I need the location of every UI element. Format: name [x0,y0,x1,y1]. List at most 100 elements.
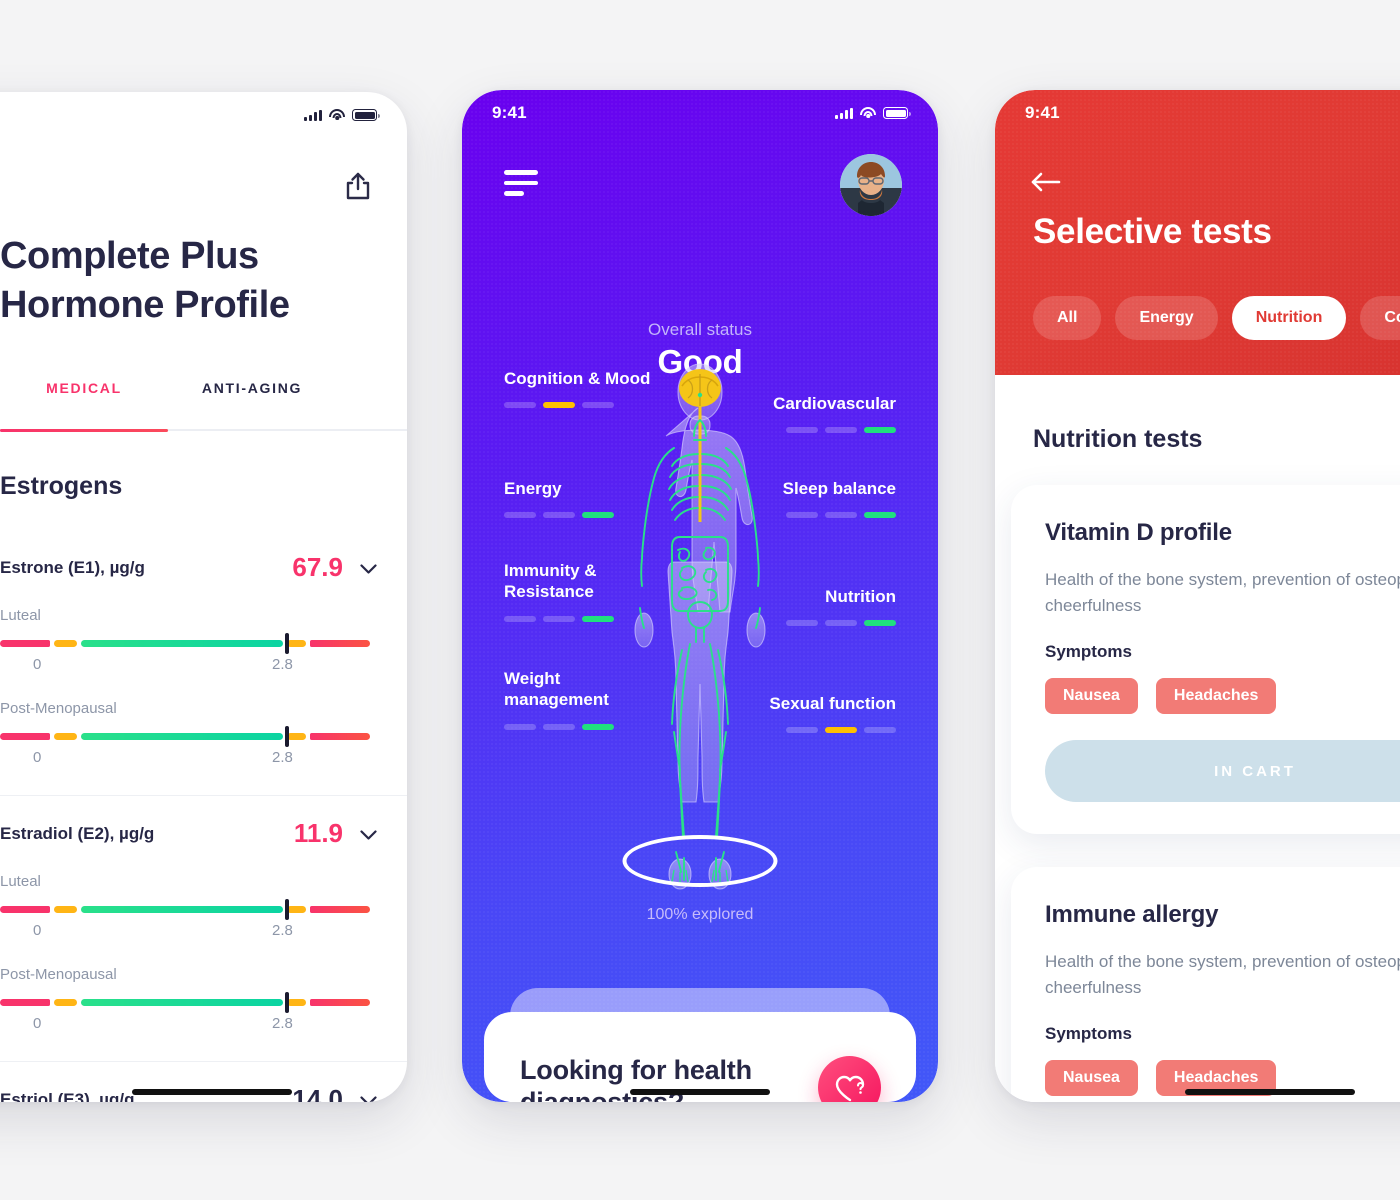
metric-label: Cognition & Mood [504,369,651,388]
metric-sleep-balance[interactable]: Sleep balance [736,478,896,519]
filter-chips: All Energy Nutrition Cognition [1033,296,1400,340]
body-base-ring [622,835,778,887]
status-bar: 9:41 [0,92,407,138]
metric-label: Weight management [504,669,609,710]
range-scale [0,992,370,1013]
metric-sexual-function[interactable]: Sexual function [736,693,896,734]
metric-level-bars [504,512,664,519]
metric-level-bars [504,402,664,409]
wifi-icon [329,109,345,121]
table-row[interactable]: Estrone (E1), µg/g 67.9 Luteal 0 2.8 Pos… [0,530,407,796]
battery-icon [883,107,911,119]
explored-label: 100% explored [646,906,754,923]
metric-energy[interactable]: Energy [504,478,664,519]
section-title-nutrition-tests: Nutrition tests [1033,425,1203,453]
metric-label: Sexual function [769,694,896,713]
tab-underline [0,429,407,432]
metric-cardiovascular[interactable]: Cardiovascular [736,393,896,434]
page-title: Selective tests [1033,212,1272,251]
table-row[interactable]: Estradiol (E2), µg/g 11.9 Luteal 0 2.8 P… [0,796,407,1062]
status-bar: 9:41 [995,90,1400,136]
test-description: Health of the bone system, prevention of… [1045,952,1400,997]
range-scale [0,633,370,654]
phone-middle-dashboard: 9:41 Overall status Good 100% explored C… [462,90,938,1102]
metric-immunity-resistance[interactable]: Immunity & Resistance [504,560,664,622]
section-title-estrogens: Estrogens [0,472,123,500]
range-ticks: 0 2.8 [0,922,370,942]
test-card-immune-allergy: Immune allergy £40 Health of the bone sy… [1011,867,1400,1102]
symptoms-label: Symptoms [1045,642,1132,661]
tab-bar: MEDICAL ANTI-AGING [0,380,407,411]
metric-level-bars [736,512,896,519]
chip-all[interactable]: All [1033,296,1102,340]
hamburger-menu-icon[interactable] [504,170,544,202]
symptoms-label: Symptoms [1045,1024,1132,1043]
in-cart-button[interactable]: IN CART [1045,740,1400,802]
metric-weight-management[interactable]: Weight management [504,668,664,730]
share-icon[interactable] [343,170,373,202]
range-min: 0 [33,656,42,673]
test-name: Vitamin D profile [1045,519,1232,546]
screenshot-stage: 9:41 Complete Plus Hormone Profile MEDIC… [0,0,1400,1200]
battery-icon [352,109,380,121]
symptom-tag[interactable]: Nausea [1045,1060,1138,1096]
metric-level-bars [504,723,664,730]
symptom-tags: Nausea Headaches [1045,678,1400,714]
home-indicator [630,1089,770,1095]
metric-level-bars [736,620,896,627]
metric-cognition-mood[interactable]: Cognition & Mood [504,368,664,409]
range-ticks: 0 2.8 [0,749,370,769]
analyte-value: 14.0 [292,1084,343,1102]
chip-cognition[interactable]: Cognition [1360,296,1400,340]
arrow-left-icon[interactable] [1031,172,1061,192]
metric-level-bars [504,615,664,622]
range-scale [0,726,370,747]
metric-level-bars [736,727,896,734]
tab-medical[interactable]: MEDICAL [0,380,168,411]
range-label: Post-Menopausal [0,700,117,717]
tests-body: Nutrition tests GET ALL Vitamin D profil… [995,375,1400,1102]
test-name: Immune allergy [1045,901,1219,928]
chip-nutrition[interactable]: Nutrition [1231,296,1347,340]
heart-question-icon[interactable] [818,1056,881,1102]
tab-anti-aging[interactable]: ANTI-AGING [168,380,336,411]
metric-label: Energy [504,479,562,498]
range-ticks: 0 2.8 [0,656,370,676]
range-min: 0 [33,1015,42,1032]
results-list: Estrone (E1), µg/g 67.9 Luteal 0 2.8 Pos… [0,530,407,1102]
phone-left-test-results: 9:41 Complete Plus Hormone Profile MEDIC… [0,92,407,1102]
range-label: Post-Menopausal [0,966,117,983]
analyte-value: 67.9 [292,552,343,582]
symptom-tag[interactable]: Nausea [1045,678,1138,714]
range-max: 2.8 [272,1015,293,1032]
metric-label: Immunity & Resistance [504,561,597,602]
home-indicator [1185,1089,1355,1095]
metric-label: Cardiovascular [773,394,896,413]
avatar[interactable] [840,154,902,216]
metric-nutrition[interactable]: Nutrition [736,586,896,627]
status-time: 9:41 [1025,103,1060,122]
overall-status-label: Overall status [648,320,752,339]
analyte-name: Estriol (E3), µg/g [0,1089,135,1103]
analyte-name: Estradiol (E2), µg/g [0,823,155,843]
status-time: 9:41 [492,103,527,122]
chip-energy[interactable]: Energy [1115,296,1218,340]
range-label: Luteal [0,873,41,890]
chevron-down-icon[interactable] [360,562,377,574]
range-min: 0 [33,749,42,766]
status-bar: 9:41 [462,90,938,136]
range-scale [0,899,370,920]
range-max: 2.8 [272,922,293,939]
symptom-tag[interactable]: Headaches [1155,678,1277,714]
range-ticks: 0 2.8 [0,1015,370,1035]
cellular-signal-icon [835,107,853,119]
table-row[interactable]: Estriol (E3), µg/g 14.0 [0,1062,407,1102]
chevron-down-icon[interactable] [360,1094,377,1102]
metric-level-bars [736,427,896,434]
test-description: Health of the bone system, prevention of… [1045,570,1400,615]
range-max: 2.8 [272,749,293,766]
chevron-down-icon[interactable] [360,828,377,840]
home-indicator [132,1089,292,1095]
range-min: 0 [33,922,42,939]
human-body-illustration[interactable] [570,362,830,892]
